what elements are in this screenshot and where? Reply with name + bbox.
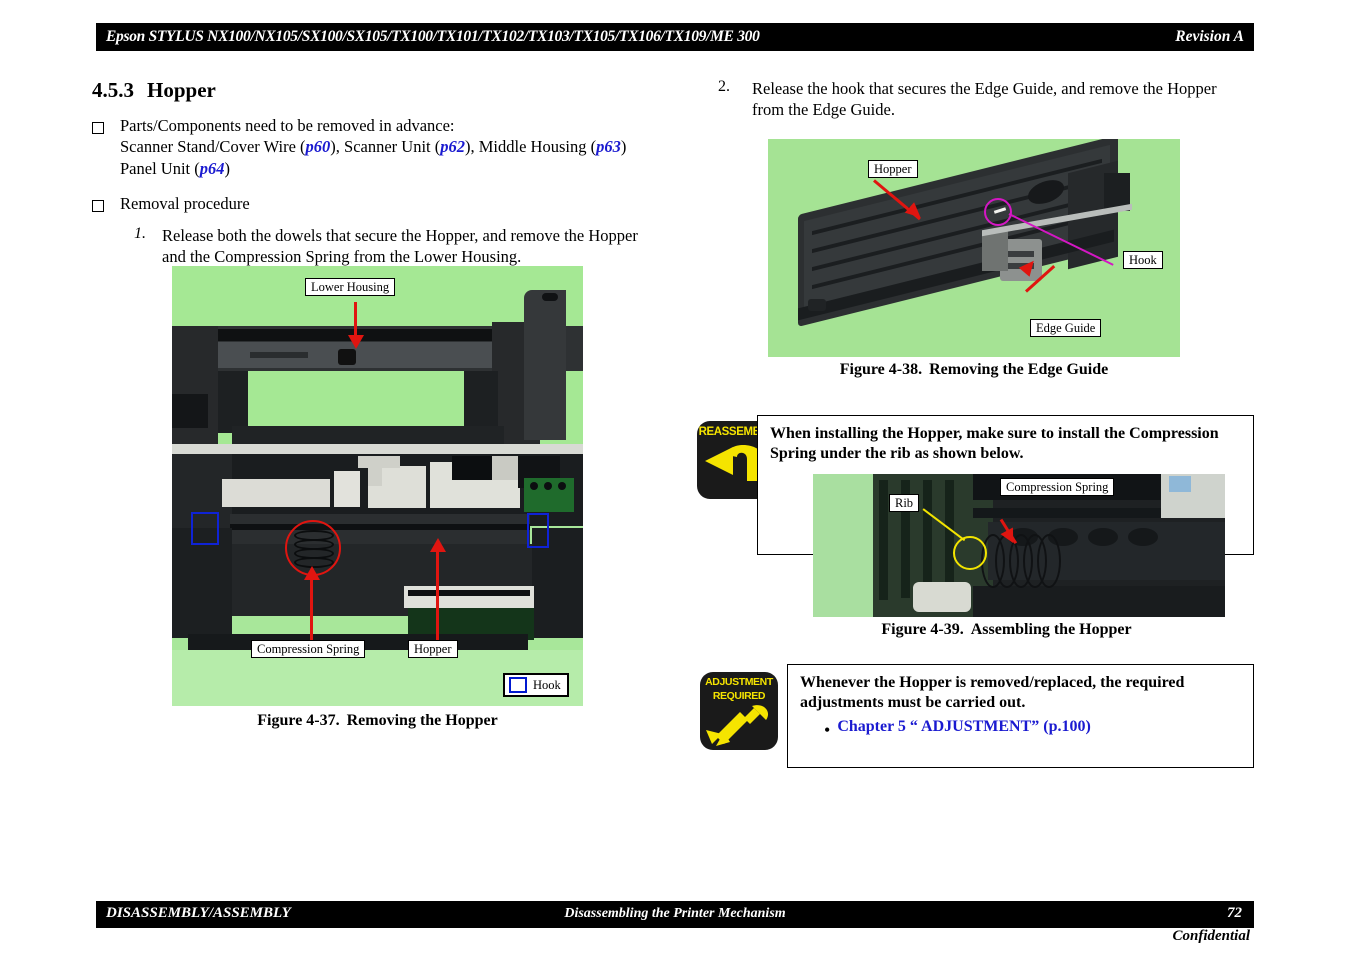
removal-heading: Removal procedure	[120, 194, 250, 214]
prereq-line-2: Panel Unit (p64)	[120, 158, 230, 178]
reassembly-notice-box: When installing the Hopper, make sure to…	[757, 415, 1254, 638]
compression-spring-arrow-head	[304, 566, 320, 580]
figure-4-39-photo: Rib Compression Spring	[813, 474, 1225, 617]
rib-highlight-circle	[953, 536, 987, 570]
adjustment-badge-label-2: REQUIRED	[712, 690, 766, 702]
label-lower-housing: Lower Housing	[305, 278, 396, 297]
bullet-dot-icon: •	[824, 719, 831, 740]
checkbox-icon	[92, 200, 104, 213]
link-p64[interactable]: p64	[200, 159, 225, 178]
figure-4-38-caption: Figure 4-38. Removing the Edge Guide	[839, 361, 1109, 378]
label-hopper: Hopper	[408, 640, 458, 659]
section-title: Hopper	[147, 78, 216, 102]
label-compression-spring: Compression Spring	[1000, 478, 1115, 497]
header-revision: Revision A	[1175, 28, 1244, 45]
section-number: 4.5.3	[92, 78, 134, 102]
page-title: 4.5.3 Hopper	[92, 78, 692, 103]
label-rib: Rib	[889, 494, 920, 513]
footer-page-number: 72	[1227, 905, 1242, 921]
adjustment-badge-label-1: ADJUSTMENT	[705, 676, 773, 688]
label-hook: Hook	[1123, 251, 1163, 270]
figure-4-37-photo: Lower Housing Compression Spring Hopper …	[172, 266, 583, 706]
hook-highlight-left	[191, 512, 219, 545]
link-p62[interactable]: p62	[440, 137, 465, 156]
figure-4-38-photo: Hopper Hook Edge Guide	[768, 139, 1180, 357]
prereq-lead: Parts/Components need to be removed in a…	[120, 116, 455, 135]
adjustment-notice-text: Whenever the Hopper is removed/replaced,…	[800, 674, 1185, 712]
step-1: 1. Release both the dowels that secure t…	[134, 225, 654, 268]
manual-page: Epson STYLUS NX100/NX105/SX100/SX105/TX1…	[0, 0, 1350, 954]
step-1-text: Release both the dowels that secure the …	[162, 225, 638, 267]
link-p63[interactable]: p63	[596, 137, 621, 156]
label-compression-spring: Compression Spring	[251, 640, 366, 659]
right-column: 2. Release the hook that secures the Edg…	[718, 78, 1263, 121]
hook-highlight-right	[527, 513, 549, 548]
adjustment-chapter-link[interactable]: Chapter 5 “ ADJUSTMENT” (p.100)	[837, 718, 1091, 736]
wrench-icon	[706, 705, 769, 746]
page-header: Epson STYLUS NX100/NX105/SX100/SX105/TX1…	[96, 23, 1254, 51]
step-1-number: 1.	[134, 224, 146, 242]
link-p60[interactable]: p60	[306, 137, 331, 156]
prereq-line-1: Scanner Stand/Cover Wire (p60), Scanner …	[120, 137, 627, 157]
label-hopper: Hopper	[868, 160, 918, 179]
figure-4-39-caption: Figure 4-39. Assembling the Hopper	[881, 621, 1132, 638]
removal-procedure-block: Removal procedure	[92, 193, 692, 214]
lower-housing-arrow-shaft	[354, 302, 357, 338]
step-2: 2. Release the hook that secures the Edg…	[718, 78, 1248, 121]
header-title: Epson STYLUS NX100/NX105/SX100/SX105/TX1…	[106, 28, 760, 45]
checkbox-icon	[92, 122, 104, 134]
adjustment-notice-box: Whenever the Hopper is removed/replaced,…	[787, 664, 1254, 768]
legend-hook: Hook	[503, 673, 569, 697]
page-footer: DISASSEMBLY/ASSEMBLY Disassembling the P…	[96, 901, 1254, 928]
legend-hook-label: Hook	[533, 677, 561, 692]
compression-spring-arrow-shaft	[310, 578, 313, 641]
step-2-number: 2.	[718, 78, 730, 95]
footer-subject: Disassembling the Printer Mechanism	[564, 906, 786, 921]
confidential-mark: Confidential	[1172, 928, 1250, 944]
label-edge-guide: Edge Guide	[1030, 319, 1102, 338]
lower-housing-arrow-head	[348, 335, 364, 349]
adjustment-required-badge: ADJUSTMENT REQUIRED	[700, 672, 778, 750]
hook-swatch-icon	[509, 677, 527, 693]
prerequisites-block: Parts/Components need to be removed in a…	[92, 115, 692, 179]
figure-4-37-caption: Figure 4-37. Removing the Hopper	[257, 712, 498, 729]
reassembly-notice-text: When installing the Hopper, make sure to…	[770, 425, 1219, 463]
left-column: 4.5.3 Hopper Parts/Components need to be …	[92, 78, 692, 268]
step-2-text: Release the hook that secures the Edge G…	[752, 79, 1217, 120]
hopper-arrow-head	[430, 538, 446, 552]
hopper-arrow-shaft	[436, 551, 439, 642]
